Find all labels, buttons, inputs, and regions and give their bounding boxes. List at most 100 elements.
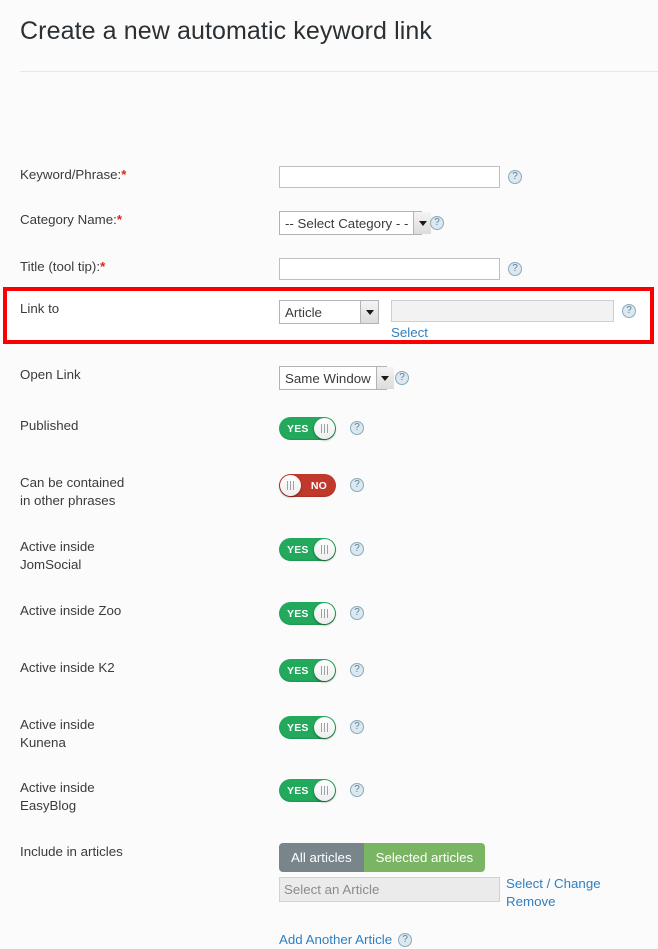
link-to-select-link[interactable]: Select (391, 324, 614, 342)
published-toggle-label: YES (287, 422, 309, 435)
open-link-select[interactable]: Same Window (279, 366, 394, 390)
required-asterisk: * (121, 167, 127, 182)
required-asterisk: * (100, 259, 106, 274)
all-articles-button[interactable]: All articles (279, 843, 364, 872)
chevron-down-icon (413, 212, 432, 234)
active-zoo-control: YES ? (279, 602, 658, 625)
row-active-jomsocial: Active inside JomSocial YES ? (0, 538, 658, 574)
active-jomsocial-label: Active inside JomSocial (0, 538, 279, 574)
help-question-icon[interactable]: ? (430, 216, 444, 230)
keyword-phrase-control: ? (279, 166, 658, 188)
can-be-contained-label-line2: in other phrases (20, 493, 116, 508)
category-name-selected-value: -- Select Category - - (285, 215, 409, 231)
title-tooltip-input[interactable] (279, 258, 500, 280)
toggle-knob-grip-icon (314, 660, 335, 681)
active-kunena-label-line2: Kunena (20, 735, 66, 750)
link-to-target-input[interactable] (391, 300, 614, 322)
add-another-article-link[interactable]: Add Another Article (279, 931, 392, 949)
row-can-be-contained: Can be contained in other phrases NO ? (0, 474, 658, 510)
title-divider (20, 71, 658, 72)
help-question-icon[interactable]: ? (622, 304, 636, 318)
selected-articles-button[interactable]: Selected articles (363, 843, 486, 872)
active-zoo-label: Active inside Zoo (0, 602, 279, 620)
help-question-icon[interactable]: ? (350, 783, 364, 797)
remove-link[interactable]: Remove (506, 893, 601, 911)
active-jomsocial-toggle-label: YES (287, 543, 309, 556)
help-question-icon[interactable]: ? (350, 663, 364, 677)
page-title: Create a new automatic keyword link (20, 17, 433, 45)
active-jomsocial-toggle[interactable]: YES (279, 538, 336, 561)
open-link-label: Open Link (0, 366, 279, 384)
row-include-in-articles: Include in articles All articles Selecte… (0, 843, 658, 949)
article-actions: Select / Change Remove (506, 875, 601, 911)
published-control: YES ? (279, 417, 658, 440)
category-name-select[interactable]: -- Select Category - - (279, 211, 432, 235)
select-change-link[interactable]: Select / Change (506, 875, 601, 893)
toggle-knob-grip-icon (314, 539, 335, 560)
row-link-to: Link to Article Select ? (0, 300, 658, 342)
can-be-contained-label: Can be contained in other phrases (0, 474, 279, 510)
include-in-articles-label-text: Include in articles (20, 844, 123, 859)
include-in-articles-control: All articles Selected articles Select / … (279, 843, 658, 949)
active-easyblog-control: YES ? (279, 779, 658, 802)
help-question-icon[interactable]: ? (350, 478, 364, 492)
row-open-link: Open Link Same Window ? (0, 366, 658, 390)
row-keyword-phrase: Keyword/Phrase:* ? (0, 166, 658, 188)
link-to-type-select[interactable]: Article (279, 300, 379, 324)
open-link-selected-value: Same Window (285, 370, 371, 386)
title-tooltip-label-text: Title (tool tip): (20, 259, 101, 274)
active-k2-label-line1: Active inside K2 (20, 660, 115, 675)
active-easyblog-label-line2: EasyBlog (20, 798, 77, 813)
article-picker-row: Select / Change Remove (279, 875, 658, 911)
help-question-icon[interactable]: ? (508, 262, 522, 276)
toggle-knob-grip-icon (314, 717, 335, 738)
link-to-label: Link to (0, 300, 279, 318)
article-scope-button-group: All articles Selected articles (279, 843, 658, 872)
title-tooltip-control: ? (279, 258, 658, 280)
active-jomsocial-label-line1: Active inside (20, 539, 95, 554)
include-in-articles-label: Include in articles (0, 843, 279, 861)
help-question-icon[interactable]: ? (398, 933, 413, 947)
add-another-article-row: Add Another Article ? (279, 931, 658, 949)
can-be-contained-toggle[interactable]: NO (279, 474, 336, 497)
row-title-tooltip: Title (tool tip):* ? (0, 258, 658, 280)
help-question-icon[interactable]: ? (350, 720, 364, 734)
toggle-knob-grip-icon (280, 475, 301, 496)
active-kunena-toggle-label: YES (287, 721, 309, 734)
category-name-label: Category Name:* (0, 211, 279, 229)
category-name-control: -- Select Category - - ? (279, 211, 658, 235)
category-name-label-text: Category Name: (20, 212, 117, 227)
active-jomsocial-label-line2: JomSocial (20, 557, 82, 572)
help-question-icon[interactable]: ? (395, 371, 409, 385)
help-question-icon[interactable]: ? (350, 421, 364, 435)
help-question-icon[interactable]: ? (350, 606, 364, 620)
active-k2-label: Active inside K2 (0, 659, 279, 677)
active-kunena-toggle[interactable]: YES (279, 716, 336, 739)
toggle-knob-grip-icon (314, 603, 335, 624)
open-link-label-text: Open Link (20, 367, 81, 382)
row-active-easyblog: Active inside EasyBlog YES ? (0, 779, 658, 815)
active-zoo-toggle-label: YES (287, 607, 309, 620)
help-question-icon[interactable]: ? (508, 170, 522, 184)
active-k2-toggle[interactable]: YES (279, 659, 336, 682)
active-easyblog-label: Active inside EasyBlog (0, 779, 279, 815)
toggle-knob-grip-icon (314, 418, 335, 439)
keyword-phrase-label: Keyword/Phrase:* (0, 166, 279, 184)
active-easyblog-toggle[interactable]: YES (279, 779, 336, 802)
keyword-phrase-label-text: Keyword/Phrase: (20, 167, 122, 182)
published-toggle[interactable]: YES (279, 417, 336, 440)
active-easyblog-toggle-label: YES (287, 784, 309, 797)
active-jomsocial-control: YES ? (279, 538, 658, 561)
help-question-icon[interactable]: ? (350, 542, 364, 556)
row-active-kunena: Active inside Kunena YES ? (0, 716, 658, 752)
can-be-contained-label-line1: Can be contained (20, 475, 125, 490)
active-k2-control: YES ? (279, 659, 658, 682)
link-to-label-text: Link to (20, 301, 60, 316)
keyword-phrase-input[interactable] (279, 166, 500, 188)
published-label-text: Published (20, 418, 79, 433)
select-an-article-input[interactable] (279, 877, 500, 902)
can-be-contained-control: NO ? (279, 474, 658, 497)
chevron-down-icon (360, 301, 378, 323)
active-zoo-toggle[interactable]: YES (279, 602, 336, 625)
row-published: Published YES ? (0, 417, 658, 440)
